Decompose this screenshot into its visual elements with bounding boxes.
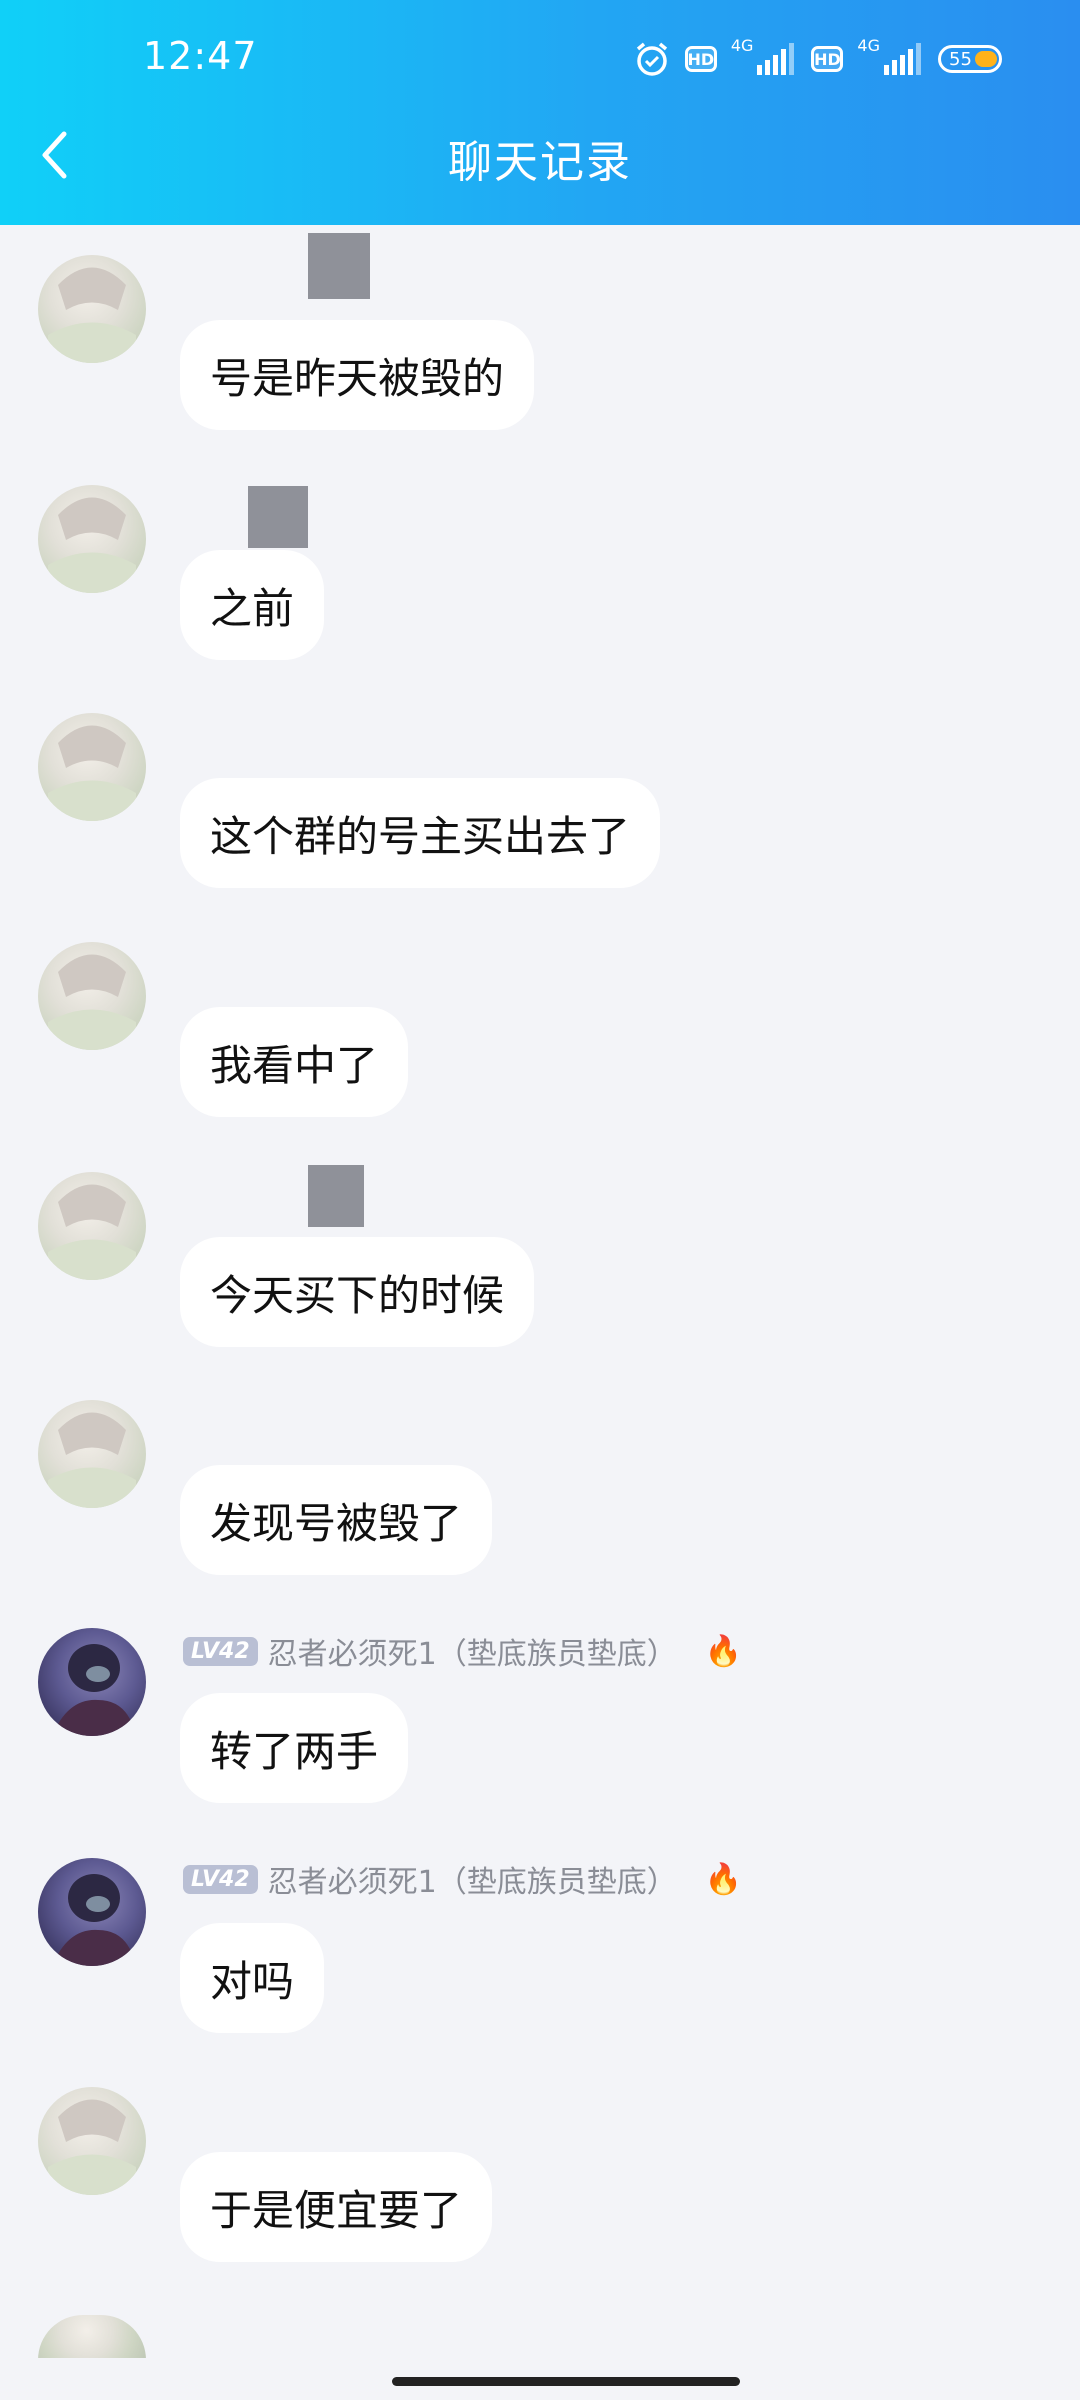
- status-time: 12:47: [143, 34, 258, 78]
- page-title: 聊天记录: [448, 137, 632, 188]
- avatar[interactable]: [38, 713, 146, 821]
- hd-badge: HD: [684, 46, 717, 72]
- message-bubble[interactable]: 转了两手: [180, 1693, 409, 1803]
- avatar[interactable]: [38, 255, 146, 363]
- network-type-label: 4G: [730, 35, 754, 55]
- message-bubble[interactable]: 对吗: [180, 1923, 325, 2033]
- sender-meta: LV42 忍者必须死1（垫底族员垫底） 🔥: [183, 1858, 742, 1900]
- level-badge: LV42: [183, 1864, 258, 1894]
- app-header: 12:47 HD 4G HD 4G 55 聊天记录: [0, 0, 1080, 225]
- message-bubble[interactable]: 发现号被毁了: [180, 1465, 493, 1575]
- alarm-icon: [636, 42, 667, 76]
- avatar[interactable]: [38, 2315, 146, 2360]
- sender-meta: LV42 忍者必须死1（垫底族员垫底） 🔥: [183, 1630, 742, 1672]
- avatar[interactable]: [38, 1628, 146, 1736]
- message-bubble[interactable]: 号是昨天被毁的: [180, 320, 535, 430]
- battery-icon: 55: [938, 45, 1002, 73]
- message-bubble[interactable]: 今天买下的时候: [180, 1237, 535, 1347]
- avatar[interactable]: [38, 1400, 146, 1508]
- avatar[interactable]: [38, 942, 146, 1050]
- redacted-block: [248, 486, 308, 548]
- signal-icon: [757, 43, 795, 75]
- avatar[interactable]: [38, 485, 146, 593]
- message-bubble[interactable]: 我看中了: [180, 1007, 409, 1117]
- home-indicator[interactable]: [392, 2377, 740, 2386]
- avatar[interactable]: [38, 1172, 146, 1280]
- signal-icon-2: [884, 43, 921, 75]
- sender-nickname[interactable]: 忍者必须死1（垫底族员垫底）: [268, 1629, 677, 1673]
- message-bubble[interactable]: 于是便宜要了: [180, 2152, 493, 2262]
- sender-nickname[interactable]: 忍者必须死1（垫底族员垫底）: [268, 1857, 677, 1901]
- battery-level: 55: [949, 48, 972, 70]
- hd-badge-2: HD: [811, 46, 844, 72]
- network-type-label-2: 4G: [857, 35, 880, 55]
- redacted-block: [308, 1165, 364, 1227]
- avatar[interactable]: [38, 2087, 146, 2195]
- message-bubble[interactable]: 之前: [180, 550, 325, 660]
- status-icons: HD 4G HD 4G 55: [633, 34, 1002, 84]
- redacted-block: [308, 233, 370, 299]
- message-bubble[interactable]: 这个群的号主买出去了: [180, 778, 661, 888]
- fire-icon: 🔥: [704, 1633, 743, 1669]
- level-badge: LV42: [183, 1636, 258, 1666]
- fire-icon: 🔥: [704, 1861, 743, 1897]
- avatar[interactable]: [38, 1858, 146, 1966]
